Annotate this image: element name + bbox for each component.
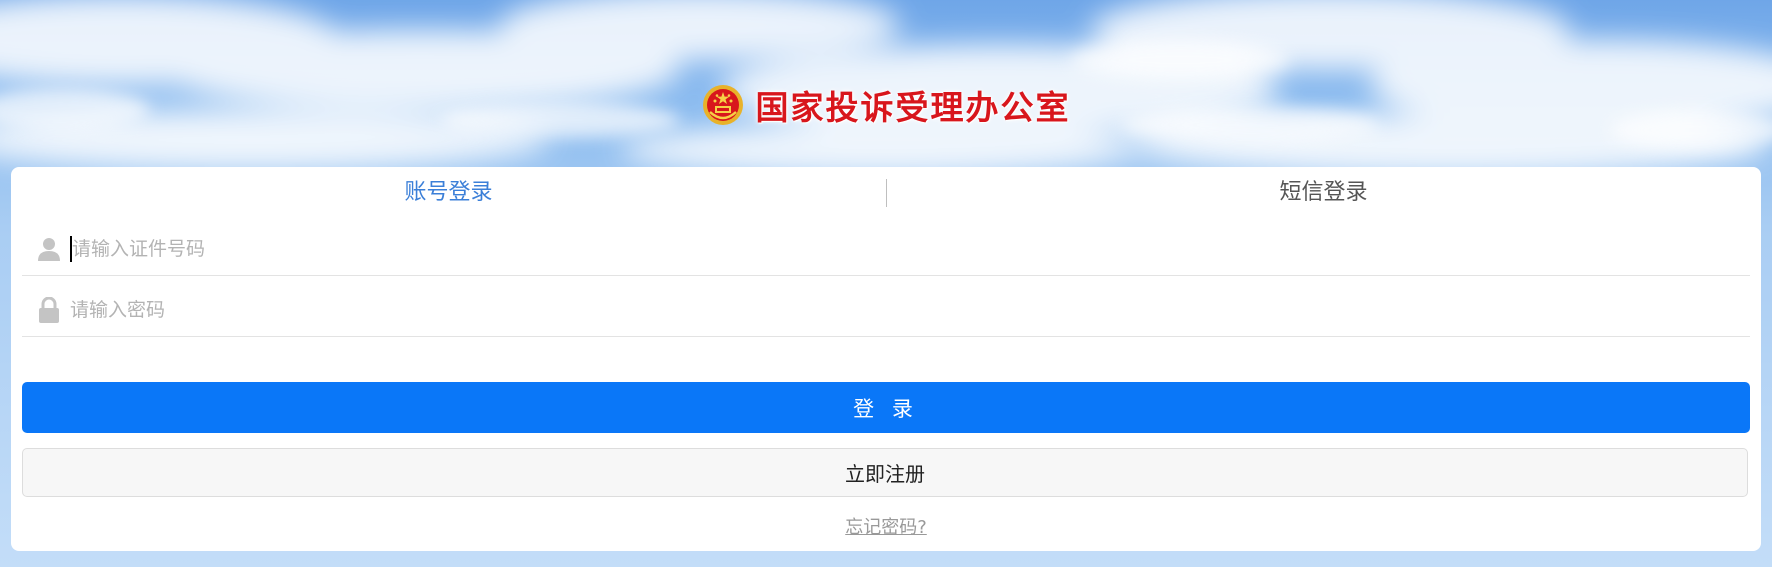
password-field (22, 284, 1750, 337)
forgot-password-link[interactable]: 忘记密码? (845, 517, 927, 538)
tab-account-login[interactable]: 账号登录 (11, 167, 886, 219)
login-card: 账号登录 短信登录 登 录 立即注册 (11, 167, 1761, 551)
id-number-input[interactable] (72, 229, 1750, 269)
tab-sms-login[interactable]: 短信登录 (886, 167, 1761, 219)
user-icon (36, 234, 62, 264)
register-button[interactable]: 立即注册 (22, 448, 1748, 497)
site-title: 国家投诉受理办公室 (755, 88, 1071, 127)
id-number-field (22, 223, 1750, 276)
tab-divider (886, 179, 887, 207)
lock-icon (36, 295, 62, 325)
login-button[interactable]: 登 录 (22, 382, 1750, 433)
national-emblem-icon (702, 85, 743, 125)
password-input[interactable] (70, 290, 1750, 330)
forgot-password-row: 忘记密码? (11, 513, 1761, 539)
login-page: 国家投诉受理办公室 账号登录 短信登录 请输入证件号码 登 录 立即注册 忘记密… (0, 0, 1772, 567)
login-tabs: 账号登录 短信登录 (11, 167, 1761, 219)
site-header: 国家投诉受理办公室 (0, 78, 1772, 132)
